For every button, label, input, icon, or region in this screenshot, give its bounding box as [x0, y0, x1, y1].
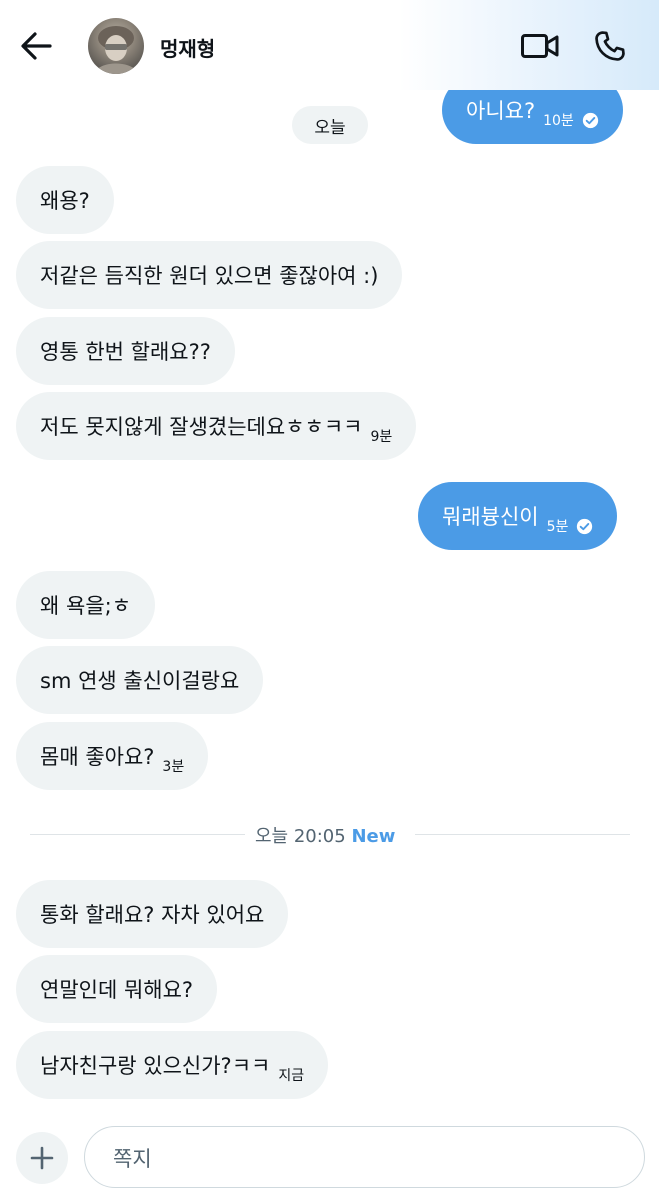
incoming-message[interactable]: 통화 할래요? 자차 있어요 — [16, 880, 289, 948]
incoming-message[interactable]: 몸매 좋아요? 3분 — [16, 722, 209, 790]
message-time: 5분 — [546, 519, 569, 535]
message-text: 몸매 좋아요? — [40, 745, 155, 769]
divider-time: 오늘 20:05 — [255, 826, 346, 847]
message-text: 뭐래븅신이 — [442, 505, 539, 529]
contact-name[interactable]: 멍재형 — [160, 33, 215, 62]
plus-icon — [30, 1146, 54, 1170]
message-text: sm 연생 출신이걸랑요 — [40, 669, 240, 693]
incoming-message[interactable]: 연말인데 뭐해요? — [16, 955, 218, 1023]
incoming-message[interactable]: sm 연생 출신이걸랑요 — [16, 646, 264, 714]
arrow-left-icon — [21, 32, 52, 60]
message-text: 왜 욕을;ㅎ — [40, 594, 132, 618]
avatar-photo — [94, 26, 138, 74]
add-attachment-button[interactable] — [16, 1132, 68, 1184]
message-text: 저도 못지않게 잘생겼는데요ㅎㅎㅋㅋ — [40, 415, 363, 439]
message-text: 연말인데 뭐해요? — [40, 978, 194, 1002]
video-camera-icon — [521, 34, 559, 58]
incoming-message[interactable]: 왜용? — [16, 166, 114, 234]
message-text: 남자친구랑 있으신가?ㅋㅋ — [40, 1054, 271, 1078]
message-text: 왜용? — [40, 189, 90, 213]
message-composer[interactable]: 쪽지 — [84, 1126, 645, 1188]
incoming-message[interactable]: 영통 한번 할래요?? — [16, 317, 235, 385]
message-input[interactable]: 쪽지 — [113, 1143, 152, 1173]
new-messages-divider: 오늘 20:05 New — [255, 822, 395, 848]
conversation-header: 멍재형 — [0, 0, 659, 90]
message-time: 3분 — [162, 759, 185, 775]
incoming-message[interactable]: 저도 못지않게 잘생겼는데요ㅎㅎㅋㅋ 9분 — [16, 392, 417, 460]
divider-line-left — [30, 834, 245, 835]
incoming-message[interactable]: 남자친구랑 있으신가?ㅋㅋ 지금 — [16, 1031, 329, 1099]
message-time: 9분 — [370, 429, 393, 445]
outgoing-message[interactable]: 뭐래븅신이 5분 — [418, 482, 618, 550]
new-label: New — [351, 826, 396, 847]
incoming-message[interactable]: 저같은 듬직한 원더 있으면 좋잖아여 :) — [16, 241, 403, 309]
message-text: 저같은 듬직한 원더 있으면 좋잖아여 :) — [40, 264, 379, 288]
message-text: 영통 한번 할래요?? — [40, 340, 211, 364]
divider-line-right — [415, 834, 630, 835]
message-text: 통화 할래요? 자차 있어요 — [40, 903, 265, 927]
incoming-message[interactable]: 왜 욕을;ㅎ — [16, 571, 156, 639]
video-call-button[interactable] — [518, 26, 562, 66]
read-check-icon — [577, 518, 593, 534]
message-time: 10분 — [543, 113, 574, 129]
message-time: 지금 — [278, 1068, 305, 1084]
message-text: 아니요? — [466, 99, 536, 123]
avatar[interactable] — [88, 18, 144, 74]
date-pill: 오늘 — [292, 106, 368, 144]
audio-call-button[interactable] — [588, 24, 632, 68]
phone-icon — [595, 31, 625, 61]
read-check-icon — [582, 112, 598, 128]
back-button[interactable] — [14, 26, 58, 66]
